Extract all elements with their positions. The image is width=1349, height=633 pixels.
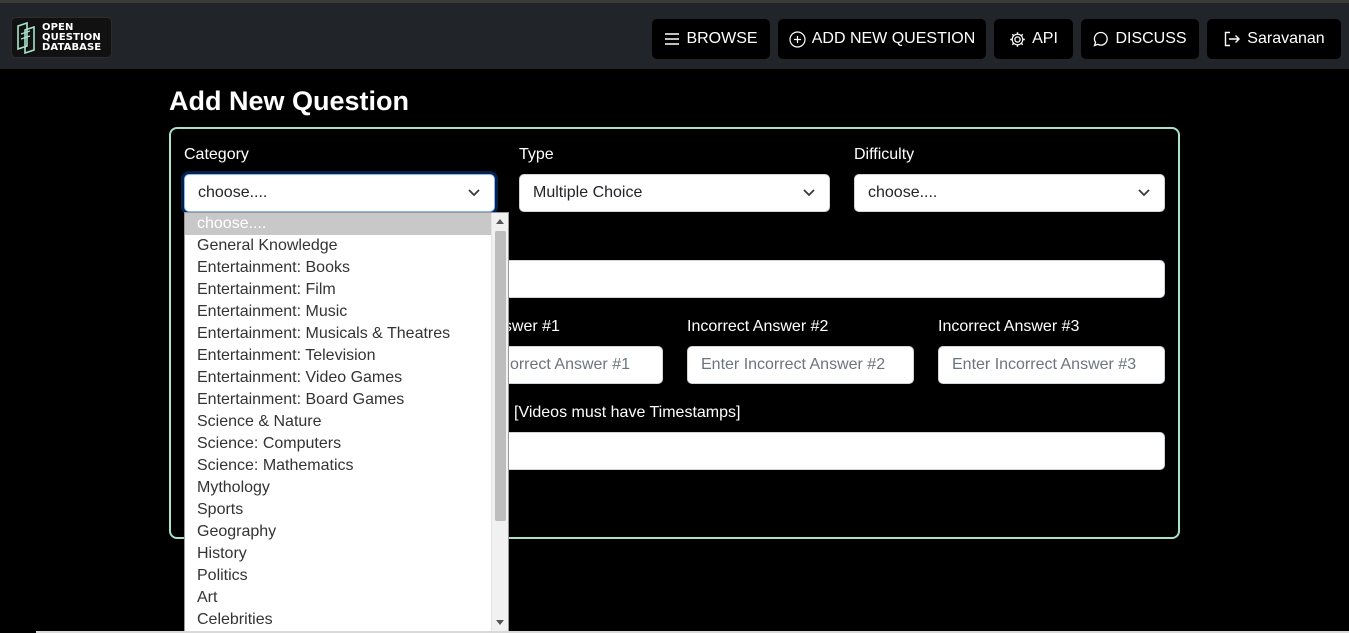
incorrect-answer-3-input[interactable]: Enter Incorrect Answer #3 <box>938 346 1165 384</box>
add-new-question-button[interactable]: ADD NEW QUESTION <box>778 19 986 59</box>
plus-circle-icon <box>789 30 806 48</box>
chat-bubble-icon <box>1093 31 1109 47</box>
logo-line-3: DATABASE <box>42 41 102 53</box>
category-option[interactable]: Entertainment: Music <box>185 301 491 323</box>
category-option[interactable]: Celebrities <box>185 609 491 631</box>
category-option[interactable]: Entertainment: Film <box>185 279 491 301</box>
category-select-value: choose.... <box>198 184 268 201</box>
top-navbar: OPEN QUESTION DATABASE BROWSE ADD NEW QU… <box>0 0 1349 69</box>
type-select[interactable]: Multiple Choice <box>519 174 830 212</box>
category-option[interactable]: Mythology <box>185 477 491 499</box>
category-options: choose.... General Knowledge Entertainment… <box>185 213 508 631</box>
category-option[interactable]: Entertainment: Musicals & Theatres <box>185 323 491 345</box>
logo-line-2: QUESTION <box>42 31 101 43</box>
menu-icon <box>665 33 680 45</box>
category-dropdown-list[interactable]: choose.... General Knowledge Entertainment… <box>184 212 509 632</box>
category-option[interactable]: Politics <box>185 565 491 587</box>
browse-label: BROWSE <box>686 30 758 47</box>
category-option[interactable]: General Knowledge <box>185 235 491 257</box>
incorrect-answer-3-placeholder: Enter Incorrect Answer #3 <box>952 356 1137 373</box>
category-option[interactable]: choose.... <box>185 213 491 235</box>
difficulty-select[interactable]: choose.... <box>854 174 1165 212</box>
category-option[interactable]: Entertainment: Video Games <box>185 367 491 389</box>
site-logo[interactable]: OPEN QUESTION DATABASE <box>11 17 112 58</box>
category-option[interactable]: Science: Mathematics <box>185 455 491 477</box>
scroll-down-arrow-icon[interactable] <box>496 620 504 625</box>
gear-icon <box>1010 31 1025 47</box>
user-logout-button[interactable]: Saravanan <box>1207 19 1341 59</box>
category-option[interactable]: Entertainment: Television <box>185 345 491 367</box>
category-option[interactable]: Science: Computers <box>185 433 491 455</box>
logo-mark-icon <box>17 21 35 54</box>
type-select-value: Multiple Choice <box>533 184 643 201</box>
chevron-down-icon <box>1138 189 1150 197</box>
api-button[interactable]: API <box>994 19 1073 59</box>
scroll-up-arrow-icon[interactable] <box>496 219 504 224</box>
add-new-question-label: ADD NEW QUESTION <box>811 30 976 47</box>
discuss-label: DISCUSS <box>1115 30 1187 47</box>
page-title: Add New Question <box>169 86 410 116</box>
category-select[interactable]: choose.... <box>184 174 495 212</box>
incorrect-answer-2-placeholder: Enter Incorrect Answer #2 <box>701 356 886 373</box>
logout-icon <box>1225 31 1241 47</box>
incorrect-answer-1-placeholder: orrect Answer #1 <box>509 356 630 373</box>
api-label: API <box>1032 30 1058 47</box>
category-option[interactable]: History <box>185 543 491 565</box>
logo-text: OPEN QUESTION DATABASE <box>42 21 102 53</box>
source-label: [Videos must have Timestamps] <box>514 404 741 421</box>
category-option[interactable]: Entertainment: Board Games <box>185 389 491 411</box>
category-option[interactable]: Entertainment: Books <box>185 257 491 279</box>
incorrect-answer-2-label: Incorrect Answer #2 <box>687 318 829 335</box>
logo-line-1: OPEN <box>42 21 74 33</box>
category-option[interactable]: Art <box>185 587 491 609</box>
user-name-label: Saravanan <box>1247 30 1325 47</box>
dropdown-scrollbar[interactable] <box>491 213 508 631</box>
difficulty-select-value: choose.... <box>868 184 938 201</box>
category-option[interactable]: Geography <box>185 521 491 543</box>
incorrect-answer-3-label: Incorrect Answer #3 <box>938 318 1080 335</box>
type-label: Type <box>519 146 554 163</box>
discuss-button[interactable]: DISCUSS <box>1081 19 1199 59</box>
chevron-down-icon <box>803 189 815 197</box>
difficulty-label: Difficulty <box>854 146 915 163</box>
chevron-down-icon <box>468 189 480 197</box>
category-option[interactable]: Science & Nature <box>185 411 491 433</box>
browse-button[interactable]: BROWSE <box>652 19 770 59</box>
scrollbar-thumb[interactable] <box>495 231 506 521</box>
incorrect-answer-2-input[interactable]: Enter Incorrect Answer #2 <box>687 346 914 384</box>
category-label: Category <box>184 146 249 163</box>
category-option[interactable]: Sports <box>185 499 491 521</box>
